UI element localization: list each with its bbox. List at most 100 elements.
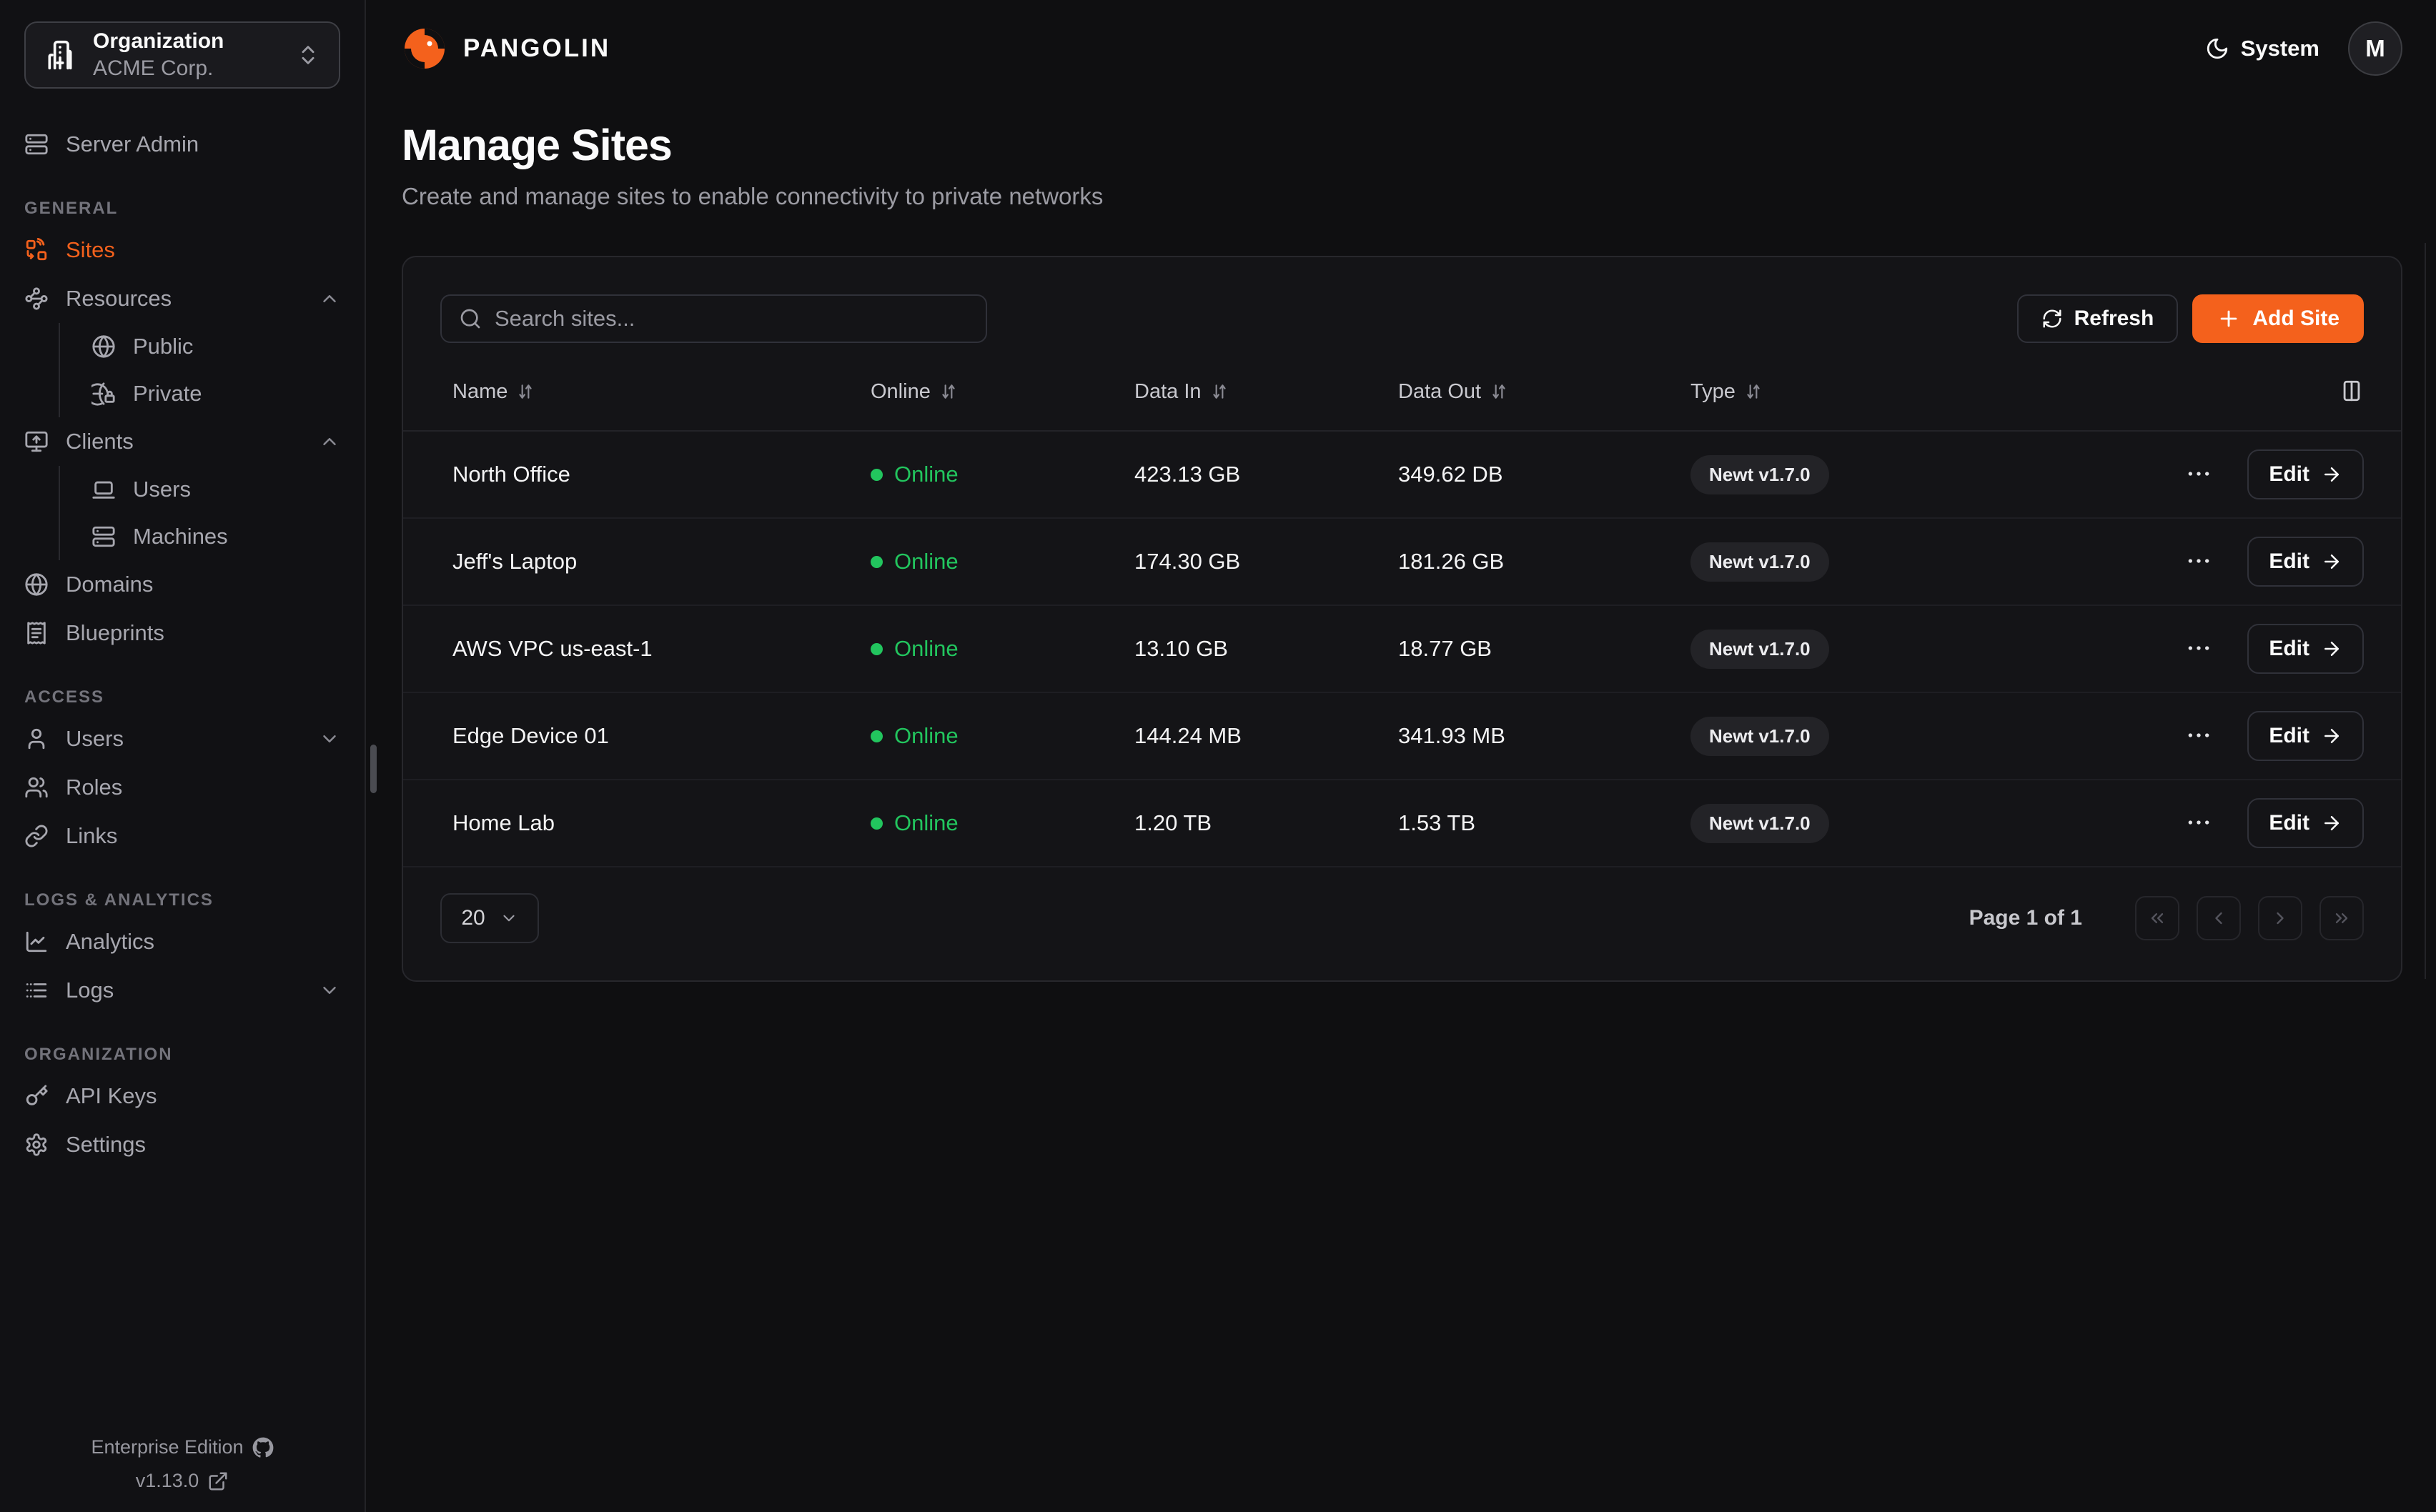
next-page-button[interactable] [2258,896,2302,940]
sidebar-item-label: Machines [133,524,340,549]
sidebar-item-api-keys[interactable]: API Keys [24,1072,340,1120]
edit-button[interactable]: Edit [2247,711,2364,761]
chevron-down-icon [500,909,518,927]
column-label: Online [871,380,931,404]
site-data-in: 174.30 GB [1134,549,1398,575]
sidebar-item-settings[interactable]: Settings [24,1120,340,1169]
column-header-type[interactable]: Type [1690,380,2340,404]
edition-link[interactable]: Enterprise Edition [91,1436,273,1458]
sidebar-item-clients[interactable]: Clients [24,417,340,466]
building-icon [44,39,76,71]
sidebar-item-domains[interactable]: Domains [24,560,340,609]
site-type: Newt v1.7.0 [1690,717,2184,756]
sidebar-item-private[interactable]: Private [91,370,340,417]
chevron-up-icon [319,288,340,309]
status-label: Online [894,636,959,662]
sidebar-item-label: Roles [66,775,340,800]
sidebar-item-label: Links [66,823,340,849]
sidebar-item-label: Clients [66,429,302,454]
edit-button[interactable]: Edit [2247,624,2364,674]
section-heading-organization: ORGANIZATION [24,1045,340,1065]
gear-icon [24,1133,49,1157]
avatar[interactable]: M [2348,21,2402,76]
version-link[interactable]: v1.13.0 [136,1470,229,1492]
sidebar-item-resources[interactable]: Resources [24,274,340,323]
search-input[interactable] [495,306,969,332]
sidebar-item-sites[interactable]: Sites [24,226,340,274]
sidebar-item-machines[interactable]: Machines [91,513,340,560]
sidebar-item-label: Sites [66,237,340,263]
last-page-button[interactable] [2319,896,2364,940]
sidebar-item-server-admin[interactable]: Server Admin [24,120,340,169]
page-size-select[interactable]: 20 [440,893,539,943]
receipt-icon [24,621,49,645]
site-name: Jeff's Laptop [440,549,871,575]
edit-label: Edit [2269,811,2309,835]
sidebar-item-label: Resources [66,286,302,312]
sidebar-item-label: Server Admin [66,131,340,157]
column-label: Name [452,380,508,404]
row-menu-button[interactable] [2184,634,2213,665]
online-dot [871,556,883,568]
row-menu-button[interactable] [2184,547,2213,577]
edit-button[interactable]: Edit [2247,537,2364,587]
column-header-data-in[interactable]: Data In [1134,380,1398,404]
add-site-button[interactable]: Add Site [2192,294,2364,343]
server-icon [91,524,116,549]
org-selector[interactable]: Organization ACME Corp. [24,21,340,89]
column-visibility-button[interactable] [2340,379,2364,405]
row-menu-button[interactable] [2184,808,2213,839]
sort-icon [1210,382,1229,401]
arrow-right-icon [2321,812,2342,834]
status-label: Online [894,462,959,487]
sidebar-item-blueprints[interactable]: Blueprints [24,609,340,657]
refresh-button[interactable]: Refresh [2017,294,2179,343]
first-page-button[interactable] [2135,896,2179,940]
column-header-name[interactable]: Name [440,380,871,404]
sidebar-item-label: Blueprints [66,620,340,646]
sidebar-item-users[interactable]: Users [24,715,340,763]
sidebar-item-client-users[interactable]: Users [91,466,340,513]
theme-toggle-button[interactable]: System [2205,36,2319,61]
sidebar-item-analytics[interactable]: Analytics [24,917,340,966]
chevron-up-icon [319,431,340,452]
row-menu-button[interactable] [2184,459,2213,490]
ellipsis-icon [2184,634,2213,662]
sidebar-item-roles[interactable]: Roles [24,763,340,812]
site-name: Edge Device 01 [440,723,871,749]
column-header-data-out[interactable]: Data Out [1398,380,1690,404]
site-data-out: 1.53 TB [1398,810,1690,836]
sidebar-item-label: Public [133,334,340,359]
server-icon [24,132,49,156]
page-info: Page 1 of 1 [1969,906,2082,930]
row-menu-button[interactable] [2184,721,2213,752]
site-type: Newt v1.7.0 [1690,542,2184,582]
search-icon [459,307,482,330]
site-status: Online [871,636,1134,662]
site-name: Home Lab [440,810,871,836]
edit-button[interactable]: Edit [2247,798,2364,848]
card-toolbar: Refresh Add Site [403,294,2401,343]
sidebar-item-label: Settings [66,1132,340,1158]
sidebar-item-logs[interactable]: Logs [24,966,340,1015]
sort-icon [939,382,958,401]
previous-page-button[interactable] [2197,896,2241,940]
sidebar-scrollbar-thumb[interactable] [370,745,377,793]
type-badge: Newt v1.7.0 [1690,717,1829,756]
sites-card: Refresh Add Site Name Online [402,256,2402,982]
laptop-icon [91,477,116,502]
external-link-icon [207,1471,229,1492]
site-status: Online [871,549,1134,575]
status-label: Online [894,549,959,575]
edit-button[interactable]: Edit [2247,449,2364,499]
site-status: Online [871,462,1134,487]
column-header-online[interactable]: Online [871,380,1134,404]
sidebar-item-public[interactable]: Public [91,323,340,370]
avatar-initial: M [2365,35,2385,62]
sidebar-item-links[interactable]: Links [24,812,340,860]
monitor-up-icon [24,429,49,454]
logs-icon [24,978,49,1003]
chevrons-right-icon [2332,908,2352,928]
site-status: Online [871,810,1134,836]
key-icon [24,1084,49,1108]
